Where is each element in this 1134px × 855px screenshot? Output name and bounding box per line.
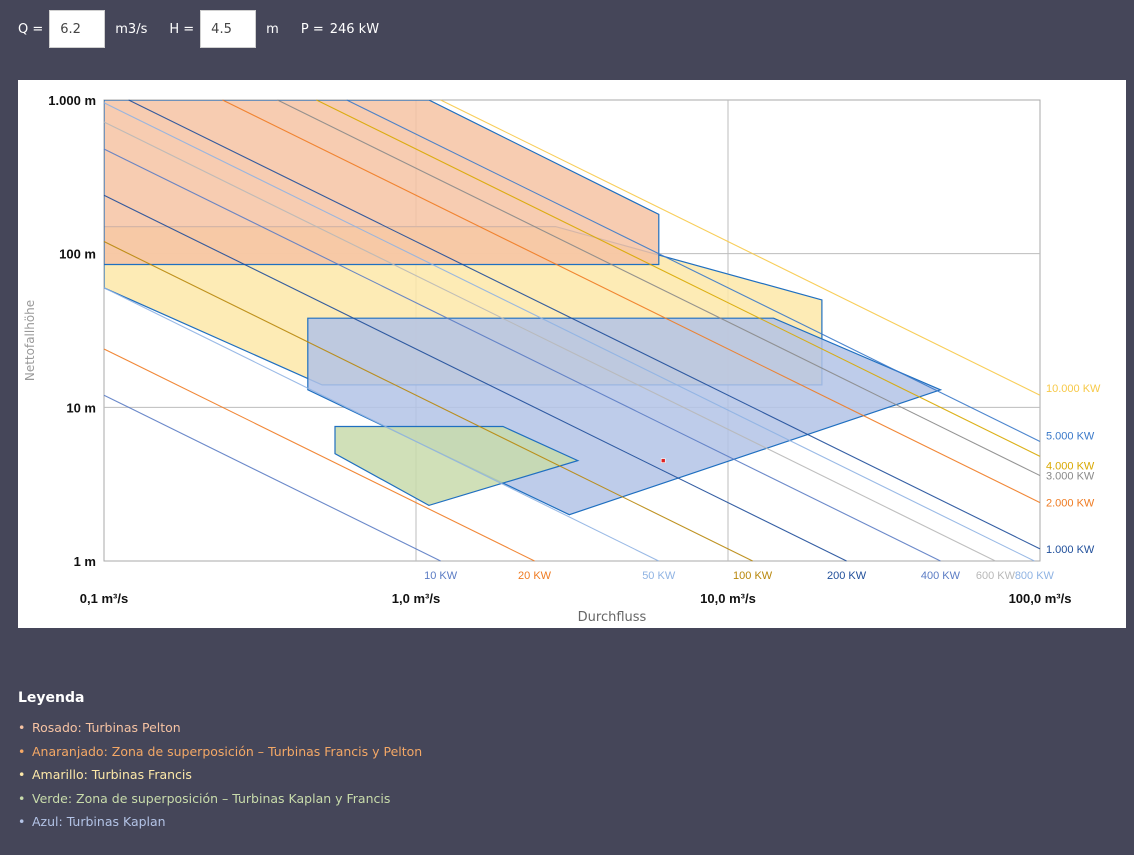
x-axis-title: Durchfluss — [578, 610, 647, 625]
turbine-chart: 10 KW 20 KW 50 KW 100 KW 200 KW 400 KW 600 KW 8… — [23, 93, 1101, 625]
y-axis-title: Nettofallhöhe — [23, 300, 37, 381]
x-tick-label: 10,0 m³/s — [700, 591, 756, 606]
chart-panel: 10 KW 20 KW 50 KW 100 KW 200 KW 400 KW 600 KW 8… — [18, 80, 1126, 628]
legend-list: Rosado: Turbinas Pelton Anaranjado: Zona… — [18, 716, 422, 834]
power-label-10kw: 10 KW — [424, 570, 458, 582]
power-label-800kw: 800 KW — [1015, 570, 1055, 582]
legend-item-pelton: Rosado: Turbinas Pelton — [18, 716, 422, 740]
legend-item-kaplan-francis: Verde: Zona de superposición – Turbinas … — [18, 787, 422, 811]
legend-item-francis: Amarillo: Turbinas Francis — [18, 763, 422, 787]
q-unit: m3/s — [115, 21, 148, 37]
power-label-20kw: 20 KW — [518, 570, 552, 582]
power-label-5000kw: 5.000 KW — [1046, 430, 1095, 442]
power-label-50kw: 50 KW — [642, 570, 676, 582]
h-label: H = — [169, 21, 195, 37]
power-label-400kw: 400 KW — [921, 570, 961, 582]
y-tick-label: 1 m — [74, 554, 96, 569]
legend-title: Leyenda — [18, 690, 85, 706]
h-input[interactable] — [200, 10, 257, 48]
legend-item-francis-pelton: Anaranjado: Zona de superposición – Turb… — [18, 740, 422, 764]
q-input[interactable] — [49, 10, 106, 48]
h-unit: m — [266, 21, 279, 37]
power-label-4000kw: 4.000 KW — [1046, 460, 1095, 472]
y-tick-label: 1.000 m — [48, 93, 96, 108]
operating-point-marker — [660, 458, 666, 463]
x-tick-label: 1,0 m³/s — [392, 591, 440, 606]
q-label: Q = — [18, 21, 44, 37]
power-label-2000kw: 2.000 KW — [1046, 498, 1095, 510]
power-label-600kw: 600 KW — [976, 570, 1016, 582]
power-label-200kw: 200 KW — [827, 570, 867, 582]
p-label: P = — [300, 21, 324, 37]
y-tick-label: 10 m — [66, 400, 96, 415]
legend: Leyenda Rosado: Turbinas Pelton Anaranja… — [18, 690, 422, 834]
power-label-1000kw: 1.000 KW — [1046, 544, 1095, 556]
input-toolbar: Q = m3/s H = m P = 246 kW — [0, 9, 1134, 49]
y-tick-label: 100 m — [59, 247, 96, 262]
power-label-100kw: 100 KW — [733, 570, 773, 582]
legend-item-kaplan: Azul: Turbinas Kaplan — [18, 810, 422, 834]
power-label-10000kw: 10.000 KW — [1046, 383, 1101, 395]
x-tick-label: 0,1 m³/s — [80, 591, 128, 606]
p-value: 246 kW — [329, 21, 380, 37]
x-tick-label: 100,0 m³/s — [1009, 591, 1072, 606]
